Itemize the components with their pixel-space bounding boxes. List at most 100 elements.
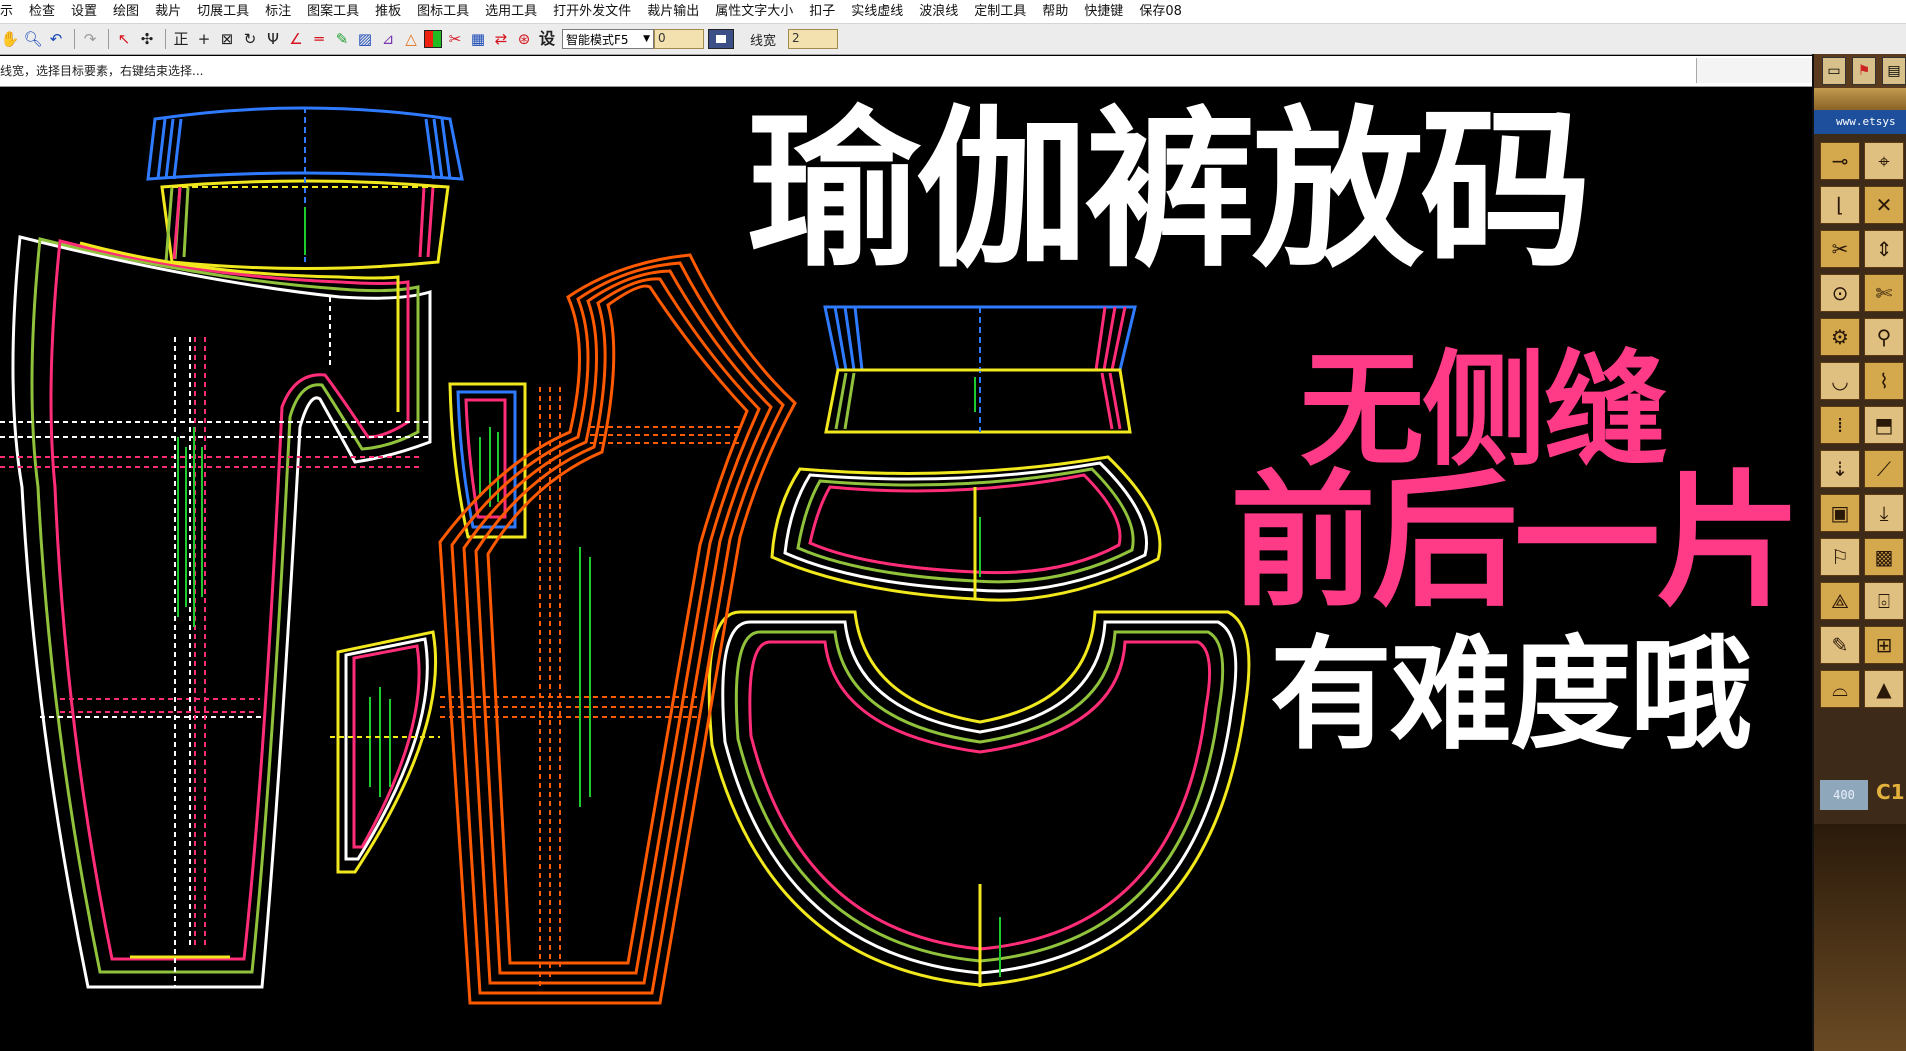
status-message: 线宽，选择目标要素，右键结束选择... <box>0 64 204 78</box>
pattern-icon[interactable]: ▨ <box>355 28 375 50</box>
chevron-down-icon: ▼ <box>643 34 650 44</box>
menu-item-slash-spread[interactable]: 切展工具 <box>189 0 257 23</box>
pin-icon[interactable]: ⌖ <box>1864 142 1904 180</box>
window-icon[interactable]: ▤ <box>1882 57 1906 85</box>
pencil-icon[interactable]: ✎ <box>1820 626 1860 664</box>
grid-icon[interactable]: ⊞ <box>1864 626 1904 664</box>
hand-icon[interactable]: ✋ <box>0 28 20 50</box>
color-button[interactable] <box>708 29 734 49</box>
overlay-subtitle-difficult: 有难度哦 <box>1270 624 1752 766</box>
right-tool-panel: ▭ ⚑ ▤ www.etsys ⊸ ⌖ ◟ ⌊ ✕ ⌐ ✂ ⇕ ↓ ⊙ ✄ ⌒ … <box>1812 54 1906 1051</box>
color-swatch-icon <box>716 35 726 43</box>
rotate-icon[interactable]: ↻ <box>240 28 260 50</box>
waistband-piece-2 <box>823 305 1137 434</box>
toolbar-separator <box>108 29 109 49</box>
stamp-icon[interactable]: ⬒ <box>1864 406 1904 444</box>
cup-icon[interactable]: ◡ <box>1820 362 1860 400</box>
menu-item-text-size[interactable]: 属性文字大小 <box>707 0 801 23</box>
overlay-subtitle-no-side-seam: 无侧缝 <box>1300 339 1668 483</box>
menu-item-icon-tools[interactable]: 图标工具 <box>409 0 477 23</box>
line-width-label: 线宽 <box>750 33 777 49</box>
download-icon[interactable]: ⤓ <box>1864 494 1904 532</box>
menu-item-output[interactable]: 裁片输出 <box>639 0 707 23</box>
flag-icon[interactable]: ⚑ <box>1852 57 1876 85</box>
menu-bar: 示 检查 设置 绘图 裁片 切展工具 标注 图案工具 推板 图标工具 选用工具 … <box>0 0 1906 24</box>
straighten-icon[interactable]: 正 <box>171 28 191 50</box>
number-input[interactable]: 0 <box>654 29 704 49</box>
tool-grid: ⊸ ⌖ ◟ ⌊ ✕ ⌐ ✂ ⇕ ↓ ⊙ ✄ ⌒ ⚙ ⚲ ▢ ◡ ⌇ ◇ ⁞ ⬒ … <box>1814 134 1906 708</box>
hanger-icon[interactable]: △ <box>401 28 421 50</box>
chart-icon[interactable]: ▩ <box>1864 538 1904 576</box>
menu-item-grading[interactable]: 推板 <box>367 0 409 23</box>
punch-icon[interactable]: ⊙ <box>1820 274 1860 312</box>
corner-icon[interactable]: ⌊ <box>1820 186 1860 224</box>
monitor-icon[interactable]: ▭ <box>1822 57 1846 85</box>
stitch-icon[interactable]: ✂ <box>1820 230 1860 268</box>
grade-table-icon[interactable]: ▦ <box>468 28 488 50</box>
menu-item-shortcuts[interactable]: 快捷键 <box>1076 0 1131 23</box>
ruler-strip <box>1814 88 1906 110</box>
move-points-icon[interactable]: ✣ <box>137 28 157 50</box>
zoom-icon[interactable]: 🔍︎ <box>23 28 43 50</box>
leaf-icon[interactable]: ⌇ <box>1864 362 1904 400</box>
sewing-machine-icon[interactable]: ⚙ <box>1820 318 1860 356</box>
scissors-icon[interactable]: ✄ <box>1864 274 1904 312</box>
cross-icon[interactable]: + <box>194 28 214 50</box>
orange-box-icon[interactable]: ▣ <box>1820 494 1860 532</box>
ruler-icon[interactable]: ⊿ <box>378 28 398 50</box>
menu-item-help[interactable]: 帮助 <box>1034 0 1076 23</box>
zoom-value: 400 <box>1820 780 1868 810</box>
trident-icon[interactable]: Ψ <box>263 28 283 50</box>
toolbar: ✋ 🔍︎ ↶ ↷ ↖ ✣ 正 + ⊠ ↻ Ψ ∠ ═ ✎ ▨ ⊿ △ ✂ ▦ ⇄… <box>0 24 1906 55</box>
menu-item-save[interactable]: 保存08 <box>1131 0 1190 23</box>
drill-icon[interactable]: ⁞ <box>1820 406 1860 444</box>
menu-item-custom-tools[interactable]: 定制工具 <box>966 0 1034 23</box>
arrows-icon[interactable]: ⇄ <box>491 28 511 50</box>
menu-item-open-external[interactable]: 打开外发文件 <box>545 0 639 23</box>
cylinder-icon[interactable]: ⌻ <box>1864 582 1904 620</box>
menu-item-wavy-line[interactable]: 波浪线 <box>911 0 966 23</box>
panel-footer <box>1814 824 1906 1051</box>
status-bar: 线宽，选择目标要素，右键结束选择... <box>0 56 1818 87</box>
hat-icon[interactable]: ⌓ <box>1820 670 1860 708</box>
toolbar-separator <box>74 29 75 49</box>
menu-item-select-tools[interactable]: 选用工具 <box>477 0 545 23</box>
left-leg-piece <box>0 235 432 989</box>
menu-item-settings[interactable]: 设置 <box>63 0 105 23</box>
mode-select[interactable]: 智能模式F5 ▼ <box>562 29 654 49</box>
measure-icon[interactable]: ⊸ <box>1820 142 1860 180</box>
target-icon[interactable]: ⊛ <box>514 28 534 50</box>
marker-icon[interactable]: ▲ <box>1864 670 1904 708</box>
settings-button[interactable]: 设 <box>537 28 557 50</box>
overlay-subtitle-one-piece: 前后一片 <box>1230 457 1802 627</box>
dart-icon[interactable]: ⟁ <box>1820 582 1860 620</box>
menu-item-check[interactable]: 检查 <box>21 0 63 23</box>
arrow-up-down-icon[interactable]: ⇕ <box>1864 230 1904 268</box>
undo-icon[interactable]: ↶ <box>46 28 66 50</box>
cross-arrows-icon[interactable]: ✕ <box>1864 186 1904 224</box>
drawing-canvas[interactable]: 瑜伽裤放码 无侧缝 前后一片 有难度哦 <box>0 87 1812 1051</box>
toolbar-separator <box>165 29 166 49</box>
flag-curve-icon[interactable]: ⚐ <box>1820 538 1860 576</box>
ruler-tool-icon[interactable]: ⟋ <box>1864 450 1904 488</box>
seat-piece <box>707 610 1251 987</box>
menu-item-annotate[interactable]: 标注 <box>257 0 299 23</box>
line-width-input[interactable]: 2 <box>788 29 839 49</box>
select-delete-icon[interactable]: ↖ <box>114 28 134 50</box>
angle-icon[interactable]: ∠ <box>286 28 306 50</box>
menu-item-solid-dashed[interactable]: 实线虚线 <box>843 0 911 23</box>
menu-item-show[interactable]: 示 <box>0 0 21 23</box>
menu-item-pattern-tools[interactable]: 图案工具 <box>299 0 367 23</box>
needle-down-icon[interactable]: ⇣ <box>1820 450 1860 488</box>
keyhole-icon[interactable]: ⚲ <box>1864 318 1904 356</box>
waistband-piece-1 <box>146 106 464 270</box>
menu-item-draw[interactable]: 绘图 <box>105 0 147 23</box>
color-palette-icon[interactable] <box>424 30 442 48</box>
align-icon[interactable]: ⊠ <box>217 28 237 50</box>
scissors-icon[interactable]: ✂ <box>445 28 465 50</box>
pen-icon[interactable]: ✎ <box>332 28 352 50</box>
parallel-lines-icon[interactable]: ═ <box>309 28 329 50</box>
menu-item-buttons[interactable]: 扣子 <box>801 0 843 23</box>
redo-icon[interactable]: ↷ <box>80 28 100 50</box>
menu-item-pieces[interactable]: 裁片 <box>147 0 189 23</box>
